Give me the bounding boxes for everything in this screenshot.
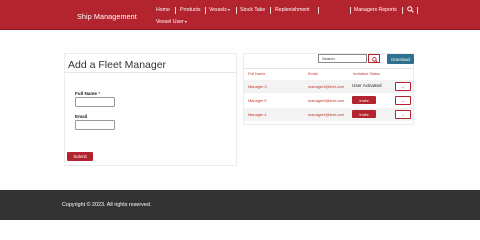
chevron-down-icon: ⌄ bbox=[401, 111, 405, 117]
managers-table-panel: Search Download Full Name Email Invitati… bbox=[243, 53, 414, 125]
row-action-dropdown[interactable]: ⌄ bbox=[395, 82, 411, 91]
nav-divider bbox=[175, 7, 176, 14]
nav-vessels-label: Vessels bbox=[209, 7, 227, 13]
nav-managers-reports[interactable]: Managers Reports bbox=[354, 7, 397, 13]
nav-vessels[interactable]: Vessels▾ bbox=[209, 7, 230, 13]
nav-products[interactable]: Products bbox=[180, 7, 200, 13]
email-input[interactable] bbox=[75, 120, 115, 130]
brand-logo-text[interactable]: Ship Management bbox=[77, 12, 137, 21]
column-header-full-name[interactable]: Full Name bbox=[248, 72, 265, 76]
email-label: Email bbox=[75, 114, 88, 119]
nav-divider bbox=[402, 7, 403, 14]
table-row: Manager 5 manager5@test.com Invite ⌄ bbox=[244, 94, 413, 107]
nav-divider bbox=[205, 7, 206, 14]
manager-email: manager3@test.com bbox=[308, 84, 345, 89]
search-input[interactable]: Search bbox=[318, 54, 367, 63]
caret-down-icon: ▾ bbox=[184, 19, 187, 24]
nav-stock-take[interactable]: Stock Take bbox=[240, 7, 265, 13]
copyright-text: Copyright © 2023. All rights reserved. bbox=[62, 202, 152, 208]
manager-name: Manager 3 bbox=[248, 84, 267, 89]
manager-email: manager5@test.com bbox=[308, 98, 345, 103]
search-button[interactable] bbox=[368, 54, 380, 63]
caret-down-icon: ▾ bbox=[227, 7, 230, 12]
status-text: User Activated bbox=[352, 83, 382, 88]
chevron-down-icon: ⌄ bbox=[401, 97, 405, 103]
nav-replenishment[interactable]: Replenishment bbox=[275, 7, 310, 13]
top-navbar: Ship Management Home Products Vessels▾ S… bbox=[0, 0, 480, 30]
row-action-dropdown[interactable]: ⌄ bbox=[395, 96, 411, 105]
nav-divider bbox=[270, 7, 271, 14]
row-action-dropdown[interactable]: ⌄ bbox=[395, 110, 411, 119]
add-manager-form: Add a Fleet Manager Full Name * Email Su… bbox=[64, 53, 237, 166]
search-icon bbox=[372, 56, 378, 63]
nav-vessel-user-label: Vessel User bbox=[156, 19, 184, 25]
invite-button[interactable]: Invite bbox=[352, 96, 376, 104]
download-button[interactable]: Download bbox=[387, 54, 414, 64]
required-asterisk: * bbox=[98, 91, 101, 96]
title-divider bbox=[65, 72, 236, 73]
column-header-email[interactable]: Email bbox=[308, 72, 318, 76]
page-title: Add a Fleet Manager bbox=[68, 59, 167, 71]
nav-divider bbox=[417, 7, 418, 14]
nav-divider bbox=[236, 7, 237, 14]
nav-home[interactable]: Home bbox=[156, 7, 170, 13]
table-row: Manager 3 manager3@test.com User Activat… bbox=[244, 80, 413, 93]
nav-vessel-user[interactable]: Vessel User▾ bbox=[156, 19, 187, 25]
manager-email: manager4@test.com bbox=[308, 112, 345, 117]
manager-name: Manager 4 bbox=[248, 112, 267, 117]
full-name-input[interactable] bbox=[75, 97, 115, 107]
manager-name: Manager 5 bbox=[248, 98, 267, 103]
table-divider bbox=[244, 68, 413, 69]
search-icon[interactable] bbox=[407, 6, 414, 13]
nav-divider bbox=[318, 7, 319, 14]
chevron-down-icon: ⌄ bbox=[401, 83, 405, 89]
full-name-label-text: Full Name bbox=[75, 91, 97, 96]
submit-button[interactable]: Submit bbox=[67, 152, 93, 161]
nav-divider bbox=[350, 7, 351, 14]
column-header-invitation-status[interactable]: Invitation Status bbox=[353, 72, 380, 76]
table-row: Manager 4 manager4@test.com Invite ⌄ bbox=[244, 108, 413, 121]
page-footer: Copyright © 2023. All rights reserved. bbox=[0, 190, 480, 220]
invite-button[interactable]: Invite bbox=[352, 110, 376, 118]
full-name-label: Full Name * bbox=[75, 91, 100, 96]
